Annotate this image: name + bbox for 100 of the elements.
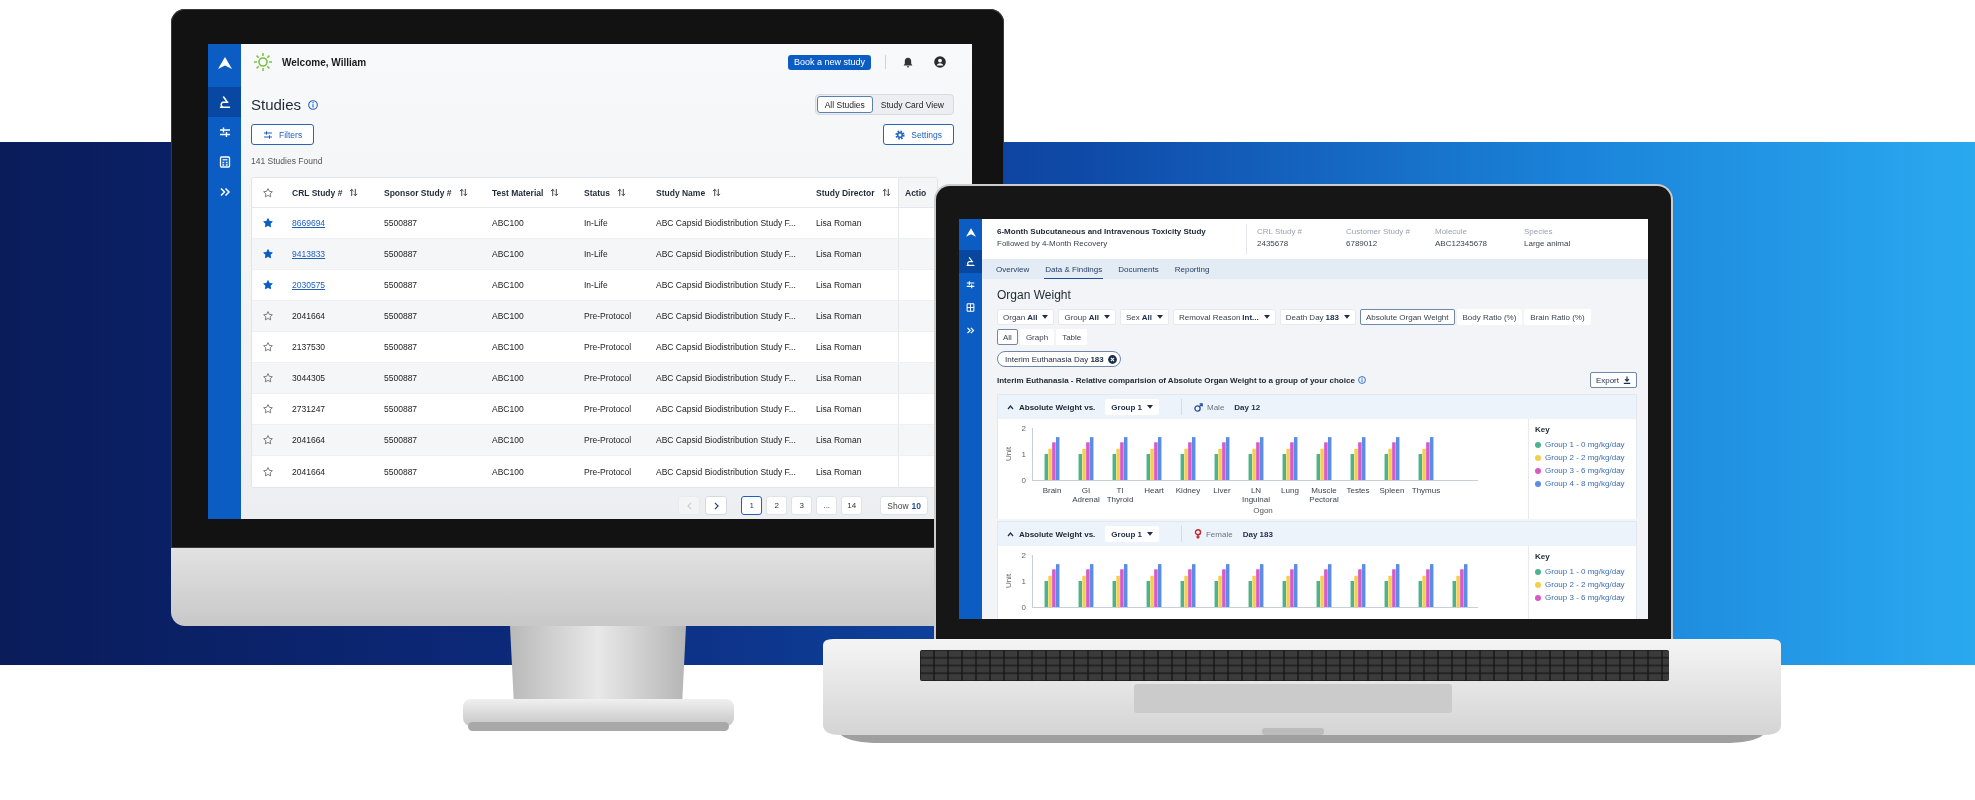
category-label: Kidney <box>1175 486 1201 497</box>
star-icon[interactable] <box>263 342 273 352</box>
sun-icon <box>253 52 273 72</box>
table-cell-text: In-Life <box>583 248 609 261</box>
filter-chip[interactable]: Interim Euthanasia Day 183 <box>997 351 1121 367</box>
sort-icon <box>617 188 626 197</box>
page-button[interactable]: 14 <box>841 496 863 515</box>
star-icon[interactable] <box>263 466 273 477</box>
measure-option[interactable]: Absolute Organ Weight <box>1359 309 1455 325</box>
column-header[interactable]: Study Name <box>648 178 808 207</box>
calculator-icon <box>966 303 975 312</box>
axis-tick-label: 2 <box>1021 551 1026 560</box>
study-link[interactable]: 9413833 <box>292 249 326 259</box>
star-icon[interactable] <box>263 311 273 321</box>
column-header[interactable]: Test Material <box>484 178 576 207</box>
page-size-select[interactable]: Show 10 <box>880 496 928 515</box>
view-toggle-option[interactable]: Study Card View <box>872 96 952 113</box>
table-cell-text: 5500887 <box>383 372 419 385</box>
sidebar-item[interactable] <box>959 250 982 273</box>
star-icon[interactable] <box>263 280 273 290</box>
sidebar-item[interactable] <box>208 87 241 117</box>
filter-dropdown[interactable]: Death Day 183 <box>1279 309 1356 325</box>
filter-dropdown[interactable]: Organ All <box>997 309 1055 325</box>
measure-option[interactable]: Brain Ratio (%) <box>1524 309 1591 325</box>
star-icon[interactable] <box>263 373 273 383</box>
table-cell-text: Pre-Protocol <box>583 341 633 354</box>
filter-dropdown[interactable]: Removal Reason Int... <box>1172 309 1276 325</box>
field-label: Molecule <box>1435 227 1468 237</box>
table-cell-text: Pre-Protocol <box>583 434 633 447</box>
user-icon[interactable] <box>934 56 946 68</box>
sliders-icon <box>966 280 975 289</box>
category-label: Lung <box>1281 486 1299 497</box>
star-icon[interactable] <box>263 404 273 414</box>
table-cell-text: 2137530 <box>291 341 327 354</box>
chevron-icon[interactable] <box>1007 404 1014 410</box>
close-icon[interactable] <box>1107 354 1117 364</box>
column-header[interactable]: Study Director <box>808 178 898 207</box>
tab[interactable]: Data & Findings <box>1044 259 1104 279</box>
table-cell-text: ABC Capsid Biodistribution Study F... <box>655 403 797 416</box>
table-cell-text: 5500887 <box>383 310 419 323</box>
bell-icon[interactable] <box>903 56 913 68</box>
axis-tick-label: 0 <box>1021 476 1026 484</box>
y-axis <box>1032 554 1033 608</box>
star-icon <box>263 187 273 198</box>
star-icon[interactable] <box>263 435 273 445</box>
book-study-button[interactable]: Book a new study <box>787 54 871 70</box>
tab[interactable]: Overview <box>995 259 1031 279</box>
column-header[interactable]: CRL Study # <box>284 178 376 207</box>
study-link[interactable]: 2030575 <box>292 280 326 290</box>
axis-title: Ogon <box>1253 506 1273 516</box>
view-option[interactable]: All <box>997 329 1018 345</box>
star-icon[interactable] <box>263 218 273 228</box>
legend-title: Key <box>1535 552 1550 562</box>
tab[interactable]: Reporting <box>1173 259 1211 279</box>
star-icon[interactable] <box>263 249 273 259</box>
table-cell-text: 2041664 <box>291 434 327 447</box>
table-cell-text: 5500887 <box>383 434 419 447</box>
view-toggle-option[interactable]: All Studies <box>816 96 873 113</box>
column-header[interactable]: Sponsor Study # <box>376 178 484 207</box>
measure-option[interactable]: Body Ratio (%) <box>1456 309 1523 325</box>
table-cell-text: Pre-Protocol <box>583 310 633 323</box>
category-label: GI Adrenal <box>1071 486 1101 504</box>
category-label: Muscle Pectoral <box>1308 486 1340 504</box>
table-cell-text: 5500887 <box>383 279 419 292</box>
tab[interactable]: Documents <box>1117 259 1160 279</box>
table-cell-text: Pre-Protocol <box>583 403 633 416</box>
filter-dropdown[interactable]: Group All <box>1058 309 1116 325</box>
triangle-logo-icon <box>965 227 976 237</box>
group-dropdown[interactable]: Group 1 <box>1105 526 1159 542</box>
page-button[interactable]: 2 <box>766 496 788 515</box>
table-cell-text: 5500887 <box>383 217 419 230</box>
page-button[interactable]: 3 <box>791 496 813 515</box>
category-label: Brain <box>1042 486 1062 497</box>
column-header[interactable]: Status <box>576 178 648 207</box>
sliders-icon <box>218 126 231 138</box>
page-button[interactable]: 1 <box>741 496 763 515</box>
view-option[interactable]: Graph <box>1019 329 1055 345</box>
column-header[interactable]: Actio <box>898 178 937 207</box>
table-cell-text: Pre-Protocol <box>583 465 633 479</box>
field-value: 6789012 <box>1346 239 1379 249</box>
axis-title: Unit <box>1004 573 1013 589</box>
axis-tick-label: 1 <box>1021 577 1026 586</box>
male-symbol-icon <box>1194 402 1203 412</box>
legend-label: Group 1 - 0 mg/kg/day <box>1545 567 1625 576</box>
sort-icon <box>712 188 722 197</box>
day-label: Day 183 <box>1242 529 1273 539</box>
filter-dropdown[interactable]: Sex All <box>1119 309 1169 325</box>
view-option[interactable]: Table <box>1056 329 1088 345</box>
field-label: Customer Study # <box>1346 227 1412 237</box>
legend-title: Key <box>1535 425 1550 435</box>
calculator-icon <box>218 156 231 168</box>
study-link[interactable]: 8669694 <box>292 218 326 228</box>
settings-button[interactable]: Settings <box>883 124 954 145</box>
chevron-icon[interactable] <box>1007 531 1014 537</box>
field-value: Large animal <box>1524 239 1572 249</box>
group-dropdown[interactable]: Group 1 <box>1105 399 1159 415</box>
export-button[interactable]: Export <box>1589 372 1637 388</box>
table-cell-text: 2041664 <box>291 465 327 479</box>
page-button[interactable]: ... <box>816 496 838 515</box>
filters-button[interactable]: Filters <box>251 124 315 145</box>
